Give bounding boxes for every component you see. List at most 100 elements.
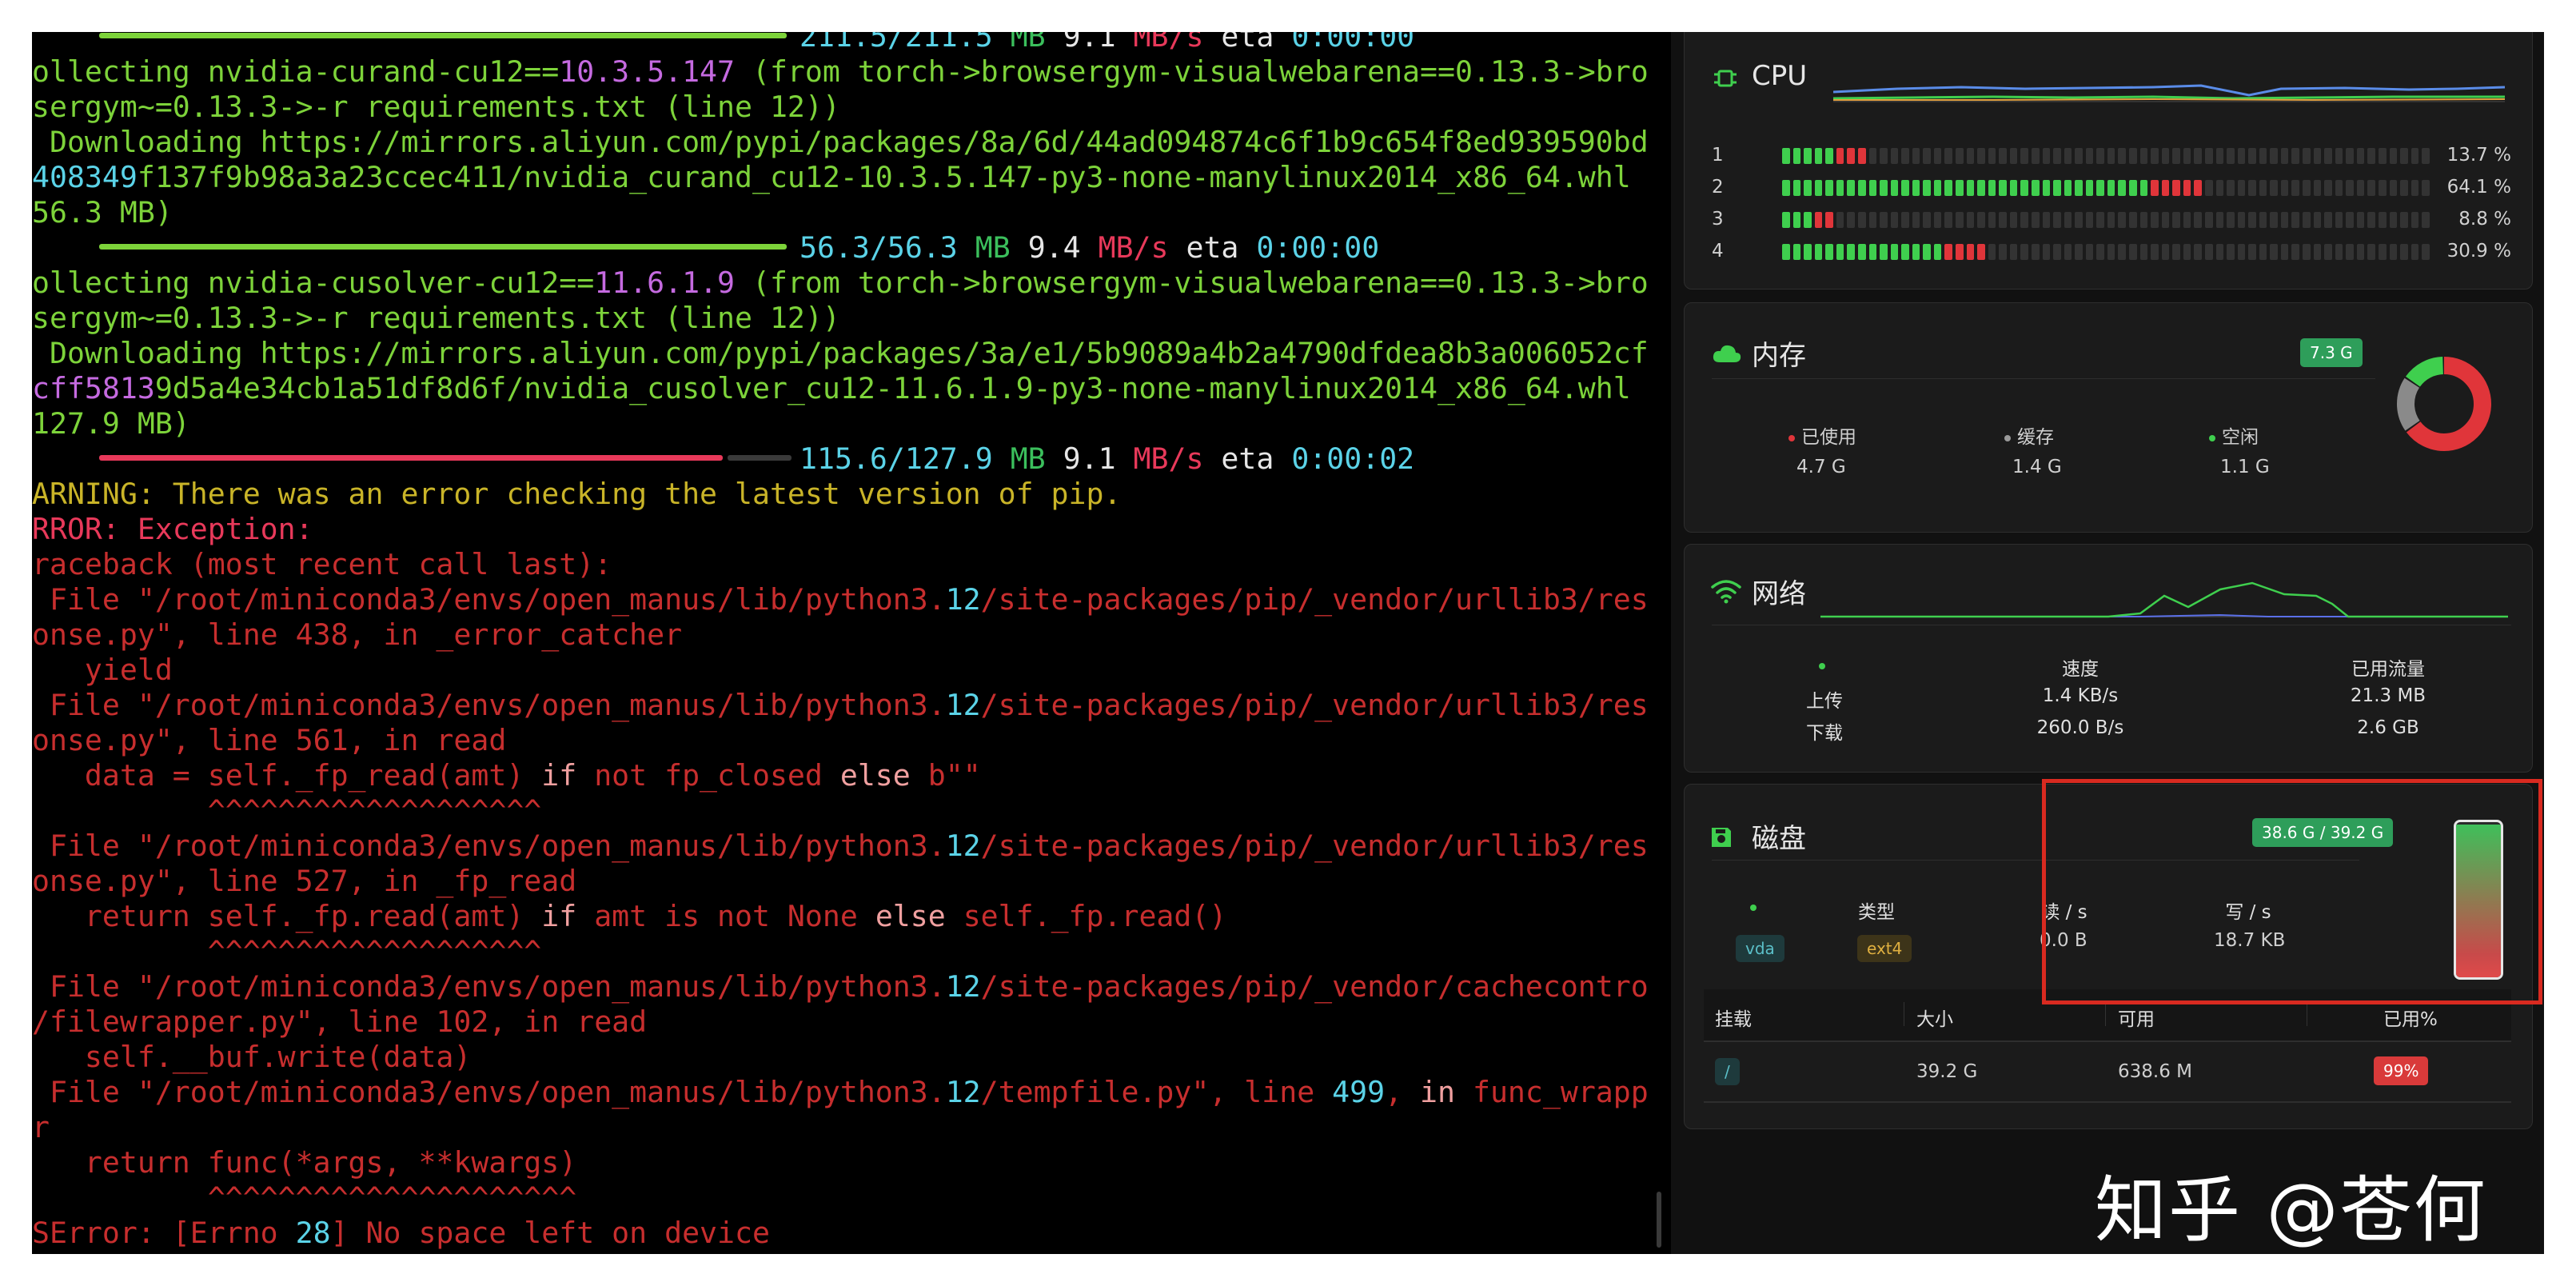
terminal-line: File "/root/miniconda3/envs/open_manus/l… xyxy=(32,688,1663,723)
terminal-line: yield xyxy=(32,653,1663,688)
terminal-line: sergym~=0.13.3->-r requirements.txt (lin… xyxy=(32,301,1663,336)
terminal-text: 9.1 xyxy=(1045,32,1116,54)
disk-status-dot xyxy=(1750,905,1757,911)
network-row-label: 上传 xyxy=(1806,691,1843,712)
terminal-text: eta xyxy=(1168,230,1257,265)
terminal-line: raceback (most recent call last): xyxy=(32,547,1663,582)
terminal-text: /filewrapper.py", line 102, in read xyxy=(32,1004,648,1039)
terminal-text: File "/root/miniconda3/envs/open_manus/l… xyxy=(32,829,946,863)
terminal-text: 0:00:00 xyxy=(1291,32,1415,54)
memory-used-value: 4.7 G xyxy=(1796,457,1846,477)
terminal-text: ^^^^^^^^^^^^^^^^^^^ xyxy=(32,793,542,828)
terminal-text: 12 xyxy=(945,969,981,1004)
screenshot: 211.5/211.5 MB 9.1 MB/s eta 0:00:00 ollec… xyxy=(32,32,2544,1254)
system-monitor-panel: CPU 1 13.7 % 2 64.1 % 3 8.8 % 4 30.9 % 内存 7.3 G… xyxy=(1671,32,2544,1254)
memory-title: 内存 xyxy=(1752,340,1806,372)
cpu-core-id: 1 xyxy=(1712,145,1724,166)
terminal-line: 408349f137f9b98a3a23ccec411/nvidia_curan… xyxy=(32,160,1663,195)
terminal-text: (from torch->browsergym-visualwebarena==… xyxy=(735,266,1649,300)
cpu-core-meter xyxy=(1782,180,2430,196)
cpu-core-percent: 13.7 % xyxy=(2446,145,2511,166)
cpu-core-meter xyxy=(1782,244,2430,260)
terminal-text: else xyxy=(875,899,946,933)
cpu-core-percent: 30.9 % xyxy=(2446,241,2511,262)
disk-type-label: 类型 xyxy=(1858,902,1895,923)
terminal-text: File "/root/miniconda3/envs/open_manus/l… xyxy=(32,1075,946,1109)
terminal-text: Downloading https://mirrors.aliyun.com/p… xyxy=(32,336,1649,370)
terminal-text: r xyxy=(32,1110,50,1144)
terminal-text: MB/s xyxy=(1115,32,1204,54)
terminal-text: MB xyxy=(992,441,1046,476)
network-row-speed: 260.0 B/s xyxy=(2036,717,2124,738)
terminal-line: Downloading https://mirrors.aliyun.com/p… xyxy=(32,336,1663,371)
cpu-core-row: 4 30.9 % xyxy=(1712,241,2511,263)
terminal-text: ARNING: There was an error checking the … xyxy=(32,477,1122,511)
terminal-scrollbar[interactable] xyxy=(1657,1192,1661,1248)
network-card: 网络 速度 已用流量 上传 1.4 KB/s 21.3 MB 下载 260.0 B/s 2… xyxy=(1684,544,2533,773)
terminal-text: onse.py", line 561, in read xyxy=(32,723,507,757)
terminal-text: 12 xyxy=(945,1075,981,1109)
terminal-line: cff58139d5a4e34cb1a51df8d6f/nvidia_cusol… xyxy=(32,371,1663,406)
cpu-title: CPU xyxy=(1752,60,1808,92)
terminal-text: if xyxy=(541,899,577,933)
disk-type-chip: ext4 xyxy=(1857,935,1912,962)
terminal-text: ^^^^^^^^^^^^^^^^^^^^^ xyxy=(32,1180,577,1215)
terminal-text: /127.9 xyxy=(887,441,993,476)
terminal-line: ollecting nvidia-curand-cu12==10.3.5.147… xyxy=(32,54,1663,90)
terminal-text: ollecting nvidia-curand-cu12== xyxy=(32,54,560,89)
terminal-line: onse.py", line 561, in read xyxy=(32,723,1663,758)
terminal-text: File "/root/miniconda3/envs/open_manus/l… xyxy=(32,969,946,1004)
terminal-line: RROR: Exception: xyxy=(32,512,1663,547)
terminal-text: MB xyxy=(957,230,1011,265)
terminal-line: SError: [Errno 28] No space left on devi… xyxy=(32,1216,1663,1251)
terminal-text: eta xyxy=(1203,441,1292,476)
disk-title: 磁盘 xyxy=(1752,823,1806,855)
terminal-text: 10.3.5.147 xyxy=(559,54,735,89)
disk-avail-value: 638.6 M xyxy=(2118,1061,2192,1082)
terminal-text: onse.py", line 438, in _error_catcher xyxy=(32,617,683,652)
terminal-line: ollecting nvidia-cusolver-cu12==11.6.1.9… xyxy=(32,266,1663,301)
terminal-text: raceback (most recent call last): xyxy=(32,547,612,581)
terminal-text: yield xyxy=(32,653,173,687)
terminal-text: 211.5/211.5 xyxy=(800,32,993,54)
terminal-text: /site-packages/pip/_vendor/urllib3/res xyxy=(980,582,1649,617)
cpu-core-id: 2 xyxy=(1712,177,1724,198)
terminal-text: , xyxy=(1385,1075,1421,1109)
memory-used-label: 已使用 xyxy=(1788,421,1856,449)
terminal-text: Downloading https://mirrors.aliyun.com/p… xyxy=(32,125,1649,159)
terminal-text: 9.4 xyxy=(1010,230,1081,265)
terminal-text: 12 xyxy=(945,688,981,722)
disk-mount-chip: / xyxy=(1715,1058,1740,1085)
terminal-text: in xyxy=(1420,1075,1455,1109)
terminal-text: 127.9 MB) xyxy=(32,406,190,441)
download-progress-bar xyxy=(99,441,792,477)
terminal-pane[interactable]: 211.5/211.5 MB 9.1 MB/s eta 0:00:00 ollec… xyxy=(32,32,1663,1254)
network-status-dot xyxy=(1819,663,1825,669)
terminal-line: ^^^^^^^^^^^^^^^^^^^^^ xyxy=(32,1180,1663,1216)
terminal-text: func_wrapp xyxy=(1455,1075,1649,1109)
terminal-text: eta xyxy=(1203,32,1292,54)
terminal-text: /site-packages/pip/_vendor/urllib3/res xyxy=(980,829,1649,863)
cpu-card: CPU 1 13.7 % 2 64.1 % 3 8.8 % 4 30.9 % xyxy=(1684,32,2533,290)
cpu-core-row: 2 64.1 % xyxy=(1712,177,2511,199)
terminal-text: 9.1 xyxy=(1045,441,1116,476)
terminal-line: sergym~=0.13.3->-r requirements.txt (lin… xyxy=(32,90,1663,125)
cpu-core-id: 3 xyxy=(1712,209,1724,230)
cpu-core-meter xyxy=(1782,148,2430,164)
network-title: 网络 xyxy=(1752,578,1806,610)
terminal-line: File "/root/miniconda3/envs/open_manus/l… xyxy=(32,582,1663,617)
memory-cache-label: 缓存 xyxy=(2004,421,2054,449)
terminal-text: 408349 xyxy=(32,160,138,194)
terminal-text: self._fp.read() xyxy=(945,899,1227,933)
terminal-line: 127.9 MB) xyxy=(32,406,1663,441)
terminal-text: 12 xyxy=(945,829,981,863)
terminal-line: onse.py", line 527, in _fp_read xyxy=(32,864,1663,899)
network-row-label: 下载 xyxy=(1806,723,1843,744)
terminal-text: /site-packages/pip/_vendor/cachecontro xyxy=(980,969,1649,1004)
terminal-line: return self._fp.read(amt) if amt is not … xyxy=(32,899,1663,934)
terminal-line: File "/root/miniconda3/envs/open_manus/l… xyxy=(32,969,1663,1004)
terminal-text: File "/root/miniconda3/envs/open_manus/l… xyxy=(32,688,946,722)
network-total-header: 已用流量 xyxy=(2351,659,2425,680)
cloud-icon xyxy=(1713,345,1741,362)
terminal-line: 115.6/127.9 MB 9.1 MB/s eta 0:00:02 xyxy=(32,441,1663,477)
